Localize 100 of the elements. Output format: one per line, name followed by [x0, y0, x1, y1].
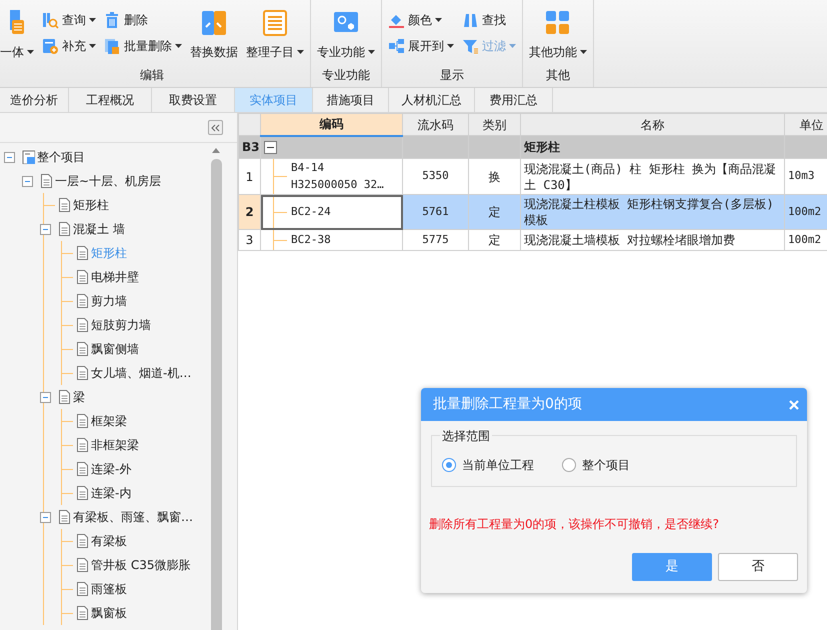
collapse-toggle[interactable]	[40, 392, 51, 402]
collapse-toggle[interactable]	[4, 152, 15, 162]
tree-item[interactable]: 电梯井壁	[91, 268, 139, 286]
ribbon-button[interactable]: 颜色	[388, 11, 454, 29]
document-icon	[76, 606, 89, 620]
project-icon	[22, 150, 35, 164]
document-icon	[58, 510, 71, 524]
tree-item[interactable]: 雨篷板	[91, 580, 127, 598]
grid-icon	[545, 10, 571, 36]
tree-item[interactable]: 混凝土 墙	[73, 220, 125, 238]
group-label: 编辑	[139, 67, 165, 84]
radio-button[interactable]	[442, 458, 456, 472]
radio-button[interactable]	[562, 458, 576, 472]
dialog-title: 批量删除工程量为0的项	[433, 395, 582, 414]
table-cell: 矩形柱	[520, 136, 784, 158]
document-icon	[76, 438, 89, 452]
document-icon	[76, 246, 89, 260]
tree-item[interactable]: 连梁-内	[91, 484, 132, 502]
ribbon-button[interactable]: 专业功能	[317, 0, 375, 61]
row-header: 3	[238, 230, 260, 250]
document-icon	[58, 198, 71, 212]
ribbon-button[interactable]: 查询	[42, 11, 96, 29]
group-label: 选择范围	[440, 427, 492, 445]
table-cell: 定	[468, 230, 520, 250]
collapse-toggle[interactable]	[264, 141, 277, 154]
table-cell: 现浇混凝土柱模板 矩形柱钢支撑复合(多层板)模板	[520, 194, 784, 230]
scroll-up-arrow-icon[interactable]	[212, 148, 220, 153]
tree-item[interactable]: 飘窗侧墙	[91, 340, 139, 358]
document-icon	[76, 342, 89, 356]
table-cell: 现浇混凝土墙模板 对拉螺栓堵眼增加费	[520, 230, 784, 250]
tree-item[interactable]: 管井板 C35微膨胀	[91, 556, 190, 574]
document-icon	[76, 294, 89, 308]
tree-item[interactable]: 梁	[73, 388, 85, 406]
ribbon-button[interactable]: 一体	[0, 0, 34, 61]
table-cell: 100m2	[784, 194, 827, 230]
ribbon-button[interactable]: 替换数据	[190, 0, 238, 61]
tree-item[interactable]: 有梁板	[91, 532, 127, 550]
cancel-button[interactable]: 否	[718, 553, 798, 581]
document-icon	[76, 318, 89, 332]
radio-label[interactable]: 整个项目	[582, 456, 630, 474]
group-label: 专业功能	[321, 67, 371, 84]
ribbon-button[interactable]: 批量删除	[104, 37, 182, 55]
tree-item[interactable]: 短肢剪力墙	[91, 316, 151, 334]
magnifier-icon	[42, 12, 59, 28]
ribbon-button[interactable]: 展开到	[388, 37, 454, 55]
tree-item[interactable]: 矩形柱	[73, 196, 109, 214]
collapse-toggle[interactable]	[40, 512, 51, 522]
document-icon	[58, 390, 71, 404]
column-header[interactable]: 流水码	[402, 114, 468, 136]
row-header: 1	[238, 158, 260, 194]
tree-item[interactable]: 框架梁	[91, 412, 127, 430]
trash-icon	[104, 12, 121, 28]
column-header[interactable]: 名称	[520, 114, 784, 136]
document-icon	[76, 486, 89, 500]
close-icon	[789, 400, 799, 410]
table-cell: 定	[468, 194, 520, 230]
tree-item[interactable]: 一层~十层、机房层	[55, 172, 162, 190]
table-cell: BC2-38	[260, 230, 402, 250]
ribbon-button[interactable]: 其他功能	[529, 0, 587, 61]
warning-text: 删除所有工程量为0的项，该操作不可撤销，是否继续?	[429, 516, 720, 533]
ribbon-button[interactable]: 查找	[462, 11, 516, 29]
document-icon	[76, 366, 89, 380]
document-icon	[40, 174, 53, 188]
collapse-toggle[interactable]	[22, 176, 33, 186]
add-document-icon	[42, 38, 59, 54]
tree-item[interactable]: 剪力墙	[91, 292, 127, 310]
swap-icon	[201, 10, 227, 36]
radio-label[interactable]: 当前单位工程	[462, 456, 534, 474]
column-header[interactable]: 单位	[784, 114, 827, 136]
ribbon-button[interactable]: 整理子目	[246, 0, 304, 61]
tree-item[interactable]: 有梁板、雨篷、飘窗…	[73, 508, 193, 526]
table-cell: 5761	[402, 194, 468, 230]
document-icon	[76, 558, 89, 572]
document-icon	[76, 582, 89, 596]
document-icon	[76, 462, 89, 476]
column-header[interactable]: 编码	[260, 114, 402, 136]
tree-item[interactable]: 女儿墙、烟道-机…	[91, 364, 192, 382]
document-icon	[10, 10, 24, 36]
table-cell: B4-14 H325000050 32…	[260, 158, 402, 194]
column-header[interactable]: 类别	[468, 114, 520, 136]
row-header: B3	[238, 136, 260, 158]
scrollbar-thumb[interactable]	[211, 159, 222, 630]
hierarchy-icon	[388, 38, 405, 54]
table-cell: BC2-24	[260, 194, 402, 230]
group-label: 其他	[545, 67, 571, 84]
tree-item[interactable]: 整个项目	[37, 148, 85, 166]
document-icon	[58, 222, 71, 236]
double-chevron-left-icon	[211, 124, 220, 132]
ribbon-button[interactable]: 补充	[42, 37, 96, 55]
tree-item[interactable]: 飘窗板	[91, 604, 127, 622]
document-icon	[76, 270, 89, 284]
collapse-button[interactable]	[208, 120, 223, 135]
tree-item[interactable]: 连梁-外	[91, 460, 132, 478]
ribbon-button[interactable]: 删除	[104, 11, 182, 29]
collapse-toggle[interactable]	[40, 224, 51, 234]
tree-item[interactable]: 非框架梁	[91, 436, 139, 454]
document-icon	[76, 534, 89, 548]
group-label: 显示	[439, 67, 465, 84]
close-button[interactable]	[789, 400, 799, 410]
list-sheet-icon	[262, 10, 288, 36]
